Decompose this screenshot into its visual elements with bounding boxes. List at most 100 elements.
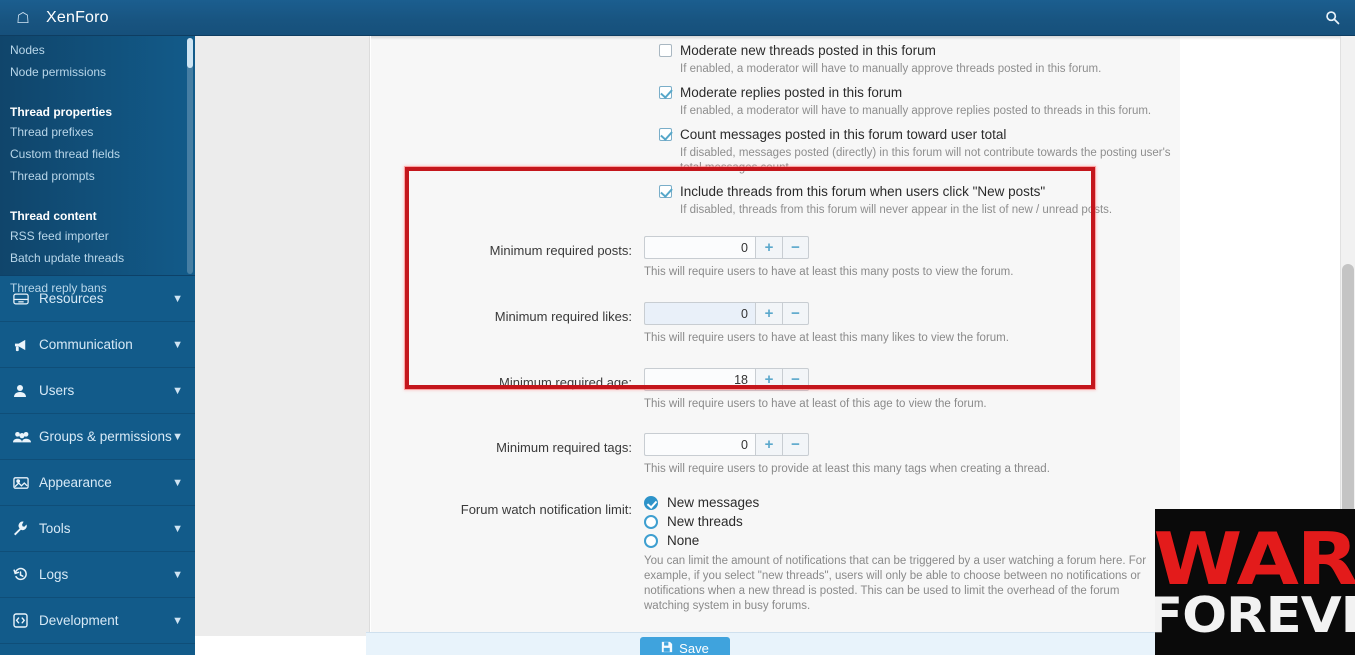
sidebar-header-thread-content: Thread content <box>10 209 97 223</box>
sidebar-item-rss-feed-importer[interactable]: RSS feed importer <box>0 226 195 248</box>
field-row-forum-watch-notification-limit: Forum watch notification limit: New mess… <box>371 495 1180 616</box>
sidebar-item-label: Tools <box>39 521 71 536</box>
left-filler-panel <box>195 36 370 636</box>
decrement-button[interactable]: − <box>782 302 809 325</box>
sidebar-item-label: Users <box>39 383 75 398</box>
radio-label: New threads <box>667 514 743 529</box>
decrement-button[interactable]: − <box>782 433 809 456</box>
checkbox-moderate-new-threads[interactable] <box>659 44 672 57</box>
field-label: Minimum required tags: <box>496 440 632 455</box>
home-icon[interactable]: ☖ <box>0 9 46 27</box>
stepper-minimum-required-likes[interactable]: + − <box>644 302 809 325</box>
checkbox-hint: If enabled, a moderator will have to man… <box>680 105 1152 117</box>
sidebar-item-groups-permissions[interactable]: Groups & permissions ▼ <box>0 414 195 460</box>
checkbox-row-count-messages[interactable]: Count messages posted in this forum towa… <box>659 124 1180 145</box>
checkbox-include-new-posts[interactable] <box>659 185 672 198</box>
sidebar-item-label: Communication <box>39 337 133 352</box>
search-icon[interactable] <box>1309 10 1355 25</box>
chevron-down-icon: ▼ <box>172 476 183 489</box>
save-button-label: Save <box>679 640 709 655</box>
sidebar-item-appearance[interactable]: Appearance ▼ <box>0 460 195 506</box>
radio-row-new-threads[interactable]: New threads <box>644 514 1166 529</box>
sidebar-item-label: Development <box>39 613 119 628</box>
field-hint: This will require users to have at least… <box>644 266 1014 278</box>
sidebar-header-thread-properties: Thread properties <box>10 105 113 119</box>
checkbox-hint: If enabled, a moderator will have to man… <box>680 63 1102 75</box>
stepper-minimum-required-tags[interactable]: + − <box>644 433 809 456</box>
checkbox-row-moderate-replies[interactable]: Moderate replies posted in this forum <box>659 82 1180 103</box>
sidebar-item-users[interactable]: Users ▼ <box>0 368 195 414</box>
war-forever-watermark: WAR FOREVER <box>1155 509 1355 655</box>
sidebar-scrollbar[interactable] <box>187 38 193 274</box>
wrench-icon <box>13 521 39 536</box>
stepper-minimum-required-posts[interactable]: + − <box>644 236 809 259</box>
checkbox-count-messages[interactable] <box>659 128 672 141</box>
sidebar-item-label: Resources <box>39 291 104 306</box>
sidebar-item-node-permissions[interactable]: Node permissions <box>0 62 195 84</box>
sidebar-item-thread-prompts[interactable]: Thread prompts <box>0 166 195 188</box>
radio-label: New messages <box>667 495 760 510</box>
sidebar-item-nodes[interactable]: Nodes <box>0 40 195 62</box>
save-button[interactable]: Save <box>640 637 730 655</box>
left-sidebar: Nodes Node permissions Thread properties… <box>0 36 195 655</box>
field-row-minimum-required-tags: Minimum required tags: + − This will req… <box>371 433 1180 479</box>
panel-top-shadow <box>371 36 1355 40</box>
code-icon <box>13 613 39 628</box>
sidebar-item-label: Groups & permissions <box>39 429 172 444</box>
radio-row-none[interactable]: None <box>644 533 1166 548</box>
stepper-minimum-required-age[interactable]: + − <box>644 368 809 391</box>
checkbox-moderate-replies[interactable] <box>659 86 672 99</box>
minimum-required-tags-input[interactable] <box>644 433 755 456</box>
field-label: Minimum required age: <box>499 375 632 390</box>
sidebar-item-communication[interactable]: Communication ▼ <box>0 322 195 368</box>
sidebar-item-resources[interactable]: Resources ▼ <box>0 276 195 322</box>
minimum-required-age-input[interactable] <box>644 368 755 391</box>
radio-new-messages[interactable] <box>644 495 658 510</box>
checkbox-group: Moderate new threads posted in this foru… <box>371 36 1180 218</box>
sidebar-item-label: Logs <box>39 567 69 582</box>
megaphone-icon <box>13 338 39 352</box>
chevron-down-icon: ▼ <box>172 384 183 397</box>
increment-button[interactable]: + <box>755 433 782 456</box>
field-row-minimum-required-likes: Minimum required likes: + − This will re… <box>371 302 1180 348</box>
floppy-disk-icon <box>661 641 673 655</box>
increment-button[interactable]: + <box>755 302 782 325</box>
sidebar-item-thread-prefixes[interactable]: Thread prefixes <box>0 122 195 144</box>
decrement-button[interactable]: − <box>782 368 809 391</box>
field-hint: This will require users to have at least… <box>644 332 1009 344</box>
form-content-column: Moderate new threads posted in this foru… <box>371 36 1355 655</box>
sidebar-item-custom-thread-fields[interactable]: Custom thread fields <box>0 144 195 166</box>
chevron-down-icon: ▼ <box>172 568 183 581</box>
checkbox-label: Count messages posted in this forum towa… <box>680 127 1007 142</box>
minimum-required-likes-input[interactable] <box>644 302 755 325</box>
field-row-minimum-required-age: Minimum required age: + − This will requ… <box>371 368 1180 414</box>
brand-title[interactable]: XenForo <box>46 9 109 27</box>
checkbox-hint: If disabled, threads from this forum wil… <box>680 204 1113 216</box>
radio-none[interactable] <box>644 533 658 548</box>
increment-button[interactable]: + <box>755 368 782 391</box>
radio-row-new-messages[interactable]: New messages <box>644 495 1166 510</box>
minimum-required-posts-input[interactable] <box>644 236 755 259</box>
sidebar-item-development[interactable]: Development ▼ <box>0 598 195 644</box>
radio-new-threads[interactable] <box>644 514 658 529</box>
field-hint: You can limit the amount of notification… <box>644 555 1147 612</box>
field-row-minimum-required-posts: Minimum required posts: + − This will re… <box>371 236 1180 282</box>
decrement-button[interactable]: − <box>782 236 809 259</box>
checkbox-row-moderate-new-threads[interactable]: Moderate new threads posted in this foru… <box>659 40 1180 61</box>
radio-label: None <box>667 533 700 548</box>
increment-button[interactable]: + <box>755 236 782 259</box>
sidebar-item-tools[interactable]: Tools ▼ <box>0 506 195 552</box>
field-hint: This will require users to provide at le… <box>644 463 1050 475</box>
sidebar-item-logs[interactable]: Logs ▼ <box>0 552 195 598</box>
checkbox-row-include-new-posts[interactable]: Include threads from this forum when use… <box>659 181 1180 202</box>
field-label: Minimum required posts: <box>489 243 632 258</box>
chevron-down-icon: ▼ <box>172 430 183 443</box>
resources-icon <box>13 292 39 306</box>
field-label: Forum watch notification limit: <box>460 502 632 517</box>
checkbox-hint: If disabled, messages posted (directly) … <box>680 147 1171 174</box>
screenshot-root: ☖ XenForo Nodes Node permissions Thread … <box>0 0 1355 655</box>
sidebar-item-batch-update-threads[interactable]: Batch update threads <box>0 248 195 270</box>
chevron-down-icon: ▼ <box>172 522 183 535</box>
